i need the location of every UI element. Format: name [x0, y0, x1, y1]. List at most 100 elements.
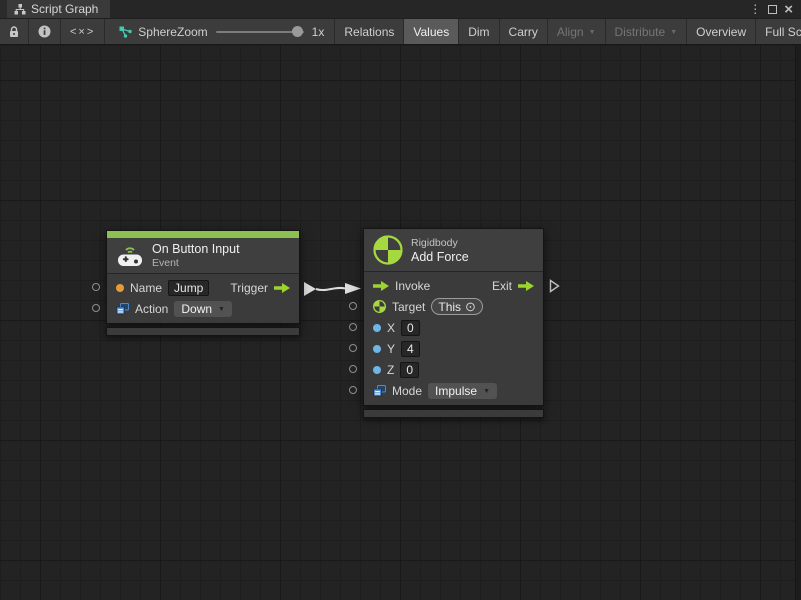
caret-down-icon: ▼ — [483, 388, 490, 395]
relations-button[interactable]: Relations — [335, 19, 404, 44]
dim-button[interactable]: Dim — [459, 19, 499, 44]
zoom-slider-knob[interactable] — [292, 26, 303, 37]
float-port-icon — [373, 324, 381, 332]
row-x: X 0 — [364, 317, 543, 338]
graph-toolbar: <×> Sphere Zoom 1x — [0, 18, 801, 45]
node-footer — [363, 409, 544, 418]
target-object-field[interactable]: This ⊙ — [431, 298, 483, 315]
inspect-button[interactable] — [29, 19, 61, 44]
action-value: Down — [181, 302, 212, 316]
tab-bar: Script Graph ⋮ × — [0, 0, 801, 18]
node-header[interactable]: On Button Input Event — [107, 238, 299, 273]
node-on-button-input[interactable]: On Button Input Event Name Jump Trigger — [106, 230, 300, 336]
caret-down-icon: ▼ — [670, 29, 677, 36]
node-add-force[interactable]: Rigidbody Add Force Invoke Exit — [363, 228, 544, 418]
relations-label: Relations — [344, 25, 394, 39]
values-label: Values — [413, 25, 449, 39]
rigidbody-icon — [373, 235, 403, 265]
exit-port-triangle[interactable] — [549, 279, 560, 293]
graph-node-icon — [119, 26, 132, 38]
close-icon[interactable]: × — [784, 2, 793, 17]
input-port[interactable] — [349, 302, 357, 310]
carry-button[interactable]: Carry — [500, 19, 548, 44]
zoom-label: Zoom — [177, 25, 208, 39]
caret-down-icon: ▼ — [218, 306, 225, 313]
trigger-label: Trigger — [230, 281, 268, 295]
window-controls: ⋮ × — [749, 0, 801, 18]
x-label: X — [387, 321, 395, 335]
caret-down-icon: ▼ — [589, 29, 596, 36]
row-invoke: Invoke Exit — [364, 275, 543, 296]
window-menu-icon[interactable]: ⋮ — [749, 3, 761, 15]
object-picker-icon[interactable]: ⊙ — [465, 300, 476, 313]
input-port[interactable] — [349, 323, 357, 331]
script-graph-window: Script Graph ⋮ × — [0, 0, 801, 600]
gamepad-icon — [116, 245, 144, 267]
lock-icon — [9, 26, 19, 38]
tab-title: Script Graph — [31, 2, 98, 16]
x-input[interactable]: 0 — [401, 320, 420, 336]
control-connection[interactable] — [302, 278, 364, 300]
toolbar-middle: Sphere Zoom 1x — [105, 19, 335, 44]
zoom-control: Zoom 1x — [177, 25, 324, 39]
target-label: Target — [392, 300, 425, 314]
y-label: Y — [387, 342, 395, 356]
align-button: Align ▼ — [548, 19, 606, 44]
node-subtitle: Event — [152, 257, 240, 269]
distribute-button: Distribute ▼ — [606, 19, 688, 44]
lock-button[interactable] — [0, 19, 29, 44]
values-button[interactable]: Values — [404, 19, 459, 44]
invoke-label: Invoke — [395, 279, 430, 293]
y-input[interactable]: 4 — [401, 341, 420, 357]
graph-reference[interactable]: Sphere — [119, 25, 177, 39]
invoke-input-arrow-icon[interactable] — [373, 281, 389, 291]
align-label: Align — [557, 25, 584, 39]
row-action: Action Down ▼ — [107, 298, 299, 319]
graph-hierarchy-icon — [14, 4, 26, 15]
zoom-slider[interactable] — [216, 31, 304, 33]
row-mode: Mode Impulse ▼ — [364, 380, 543, 401]
node-title: Add Force — [411, 250, 469, 264]
fullscreen-button[interactable]: Full Screen — [756, 19, 801, 44]
rigidbody-mini-icon — [373, 300, 386, 313]
graph-name-label: Sphere — [138, 25, 177, 39]
input-port[interactable] — [349, 386, 357, 394]
row-name: Name Jump Trigger — [107, 277, 299, 298]
float-port-icon — [373, 345, 381, 353]
name-input[interactable]: Jump — [168, 280, 209, 296]
mode-dropdown[interactable]: Impulse ▼ — [428, 383, 497, 399]
graph-canvas[interactable]: On Button Input Event Name Jump Trigger — [0, 45, 801, 600]
vertical-scrollbar[interactable] — [795, 45, 801, 600]
input-port[interactable] — [349, 365, 357, 373]
action-dropdown[interactable]: Down ▼ — [174, 301, 232, 317]
tabbar-sliver — [0, 0, 7, 18]
code-toggle-icon: <×> — [70, 26, 95, 38]
maximize-icon[interactable] — [768, 5, 777, 14]
tab-script-graph[interactable]: Script Graph — [7, 0, 110, 18]
enum-port-icon — [116, 303, 129, 315]
info-icon — [38, 25, 51, 38]
overview-label: Overview — [696, 25, 746, 39]
dim-label: Dim — [468, 25, 489, 39]
node-title: On Button Input — [152, 242, 240, 256]
row-target: Target This ⊙ — [364, 296, 543, 317]
action-label: Action — [135, 302, 168, 316]
z-input[interactable]: 0 — [400, 362, 419, 378]
name-label: Name — [130, 281, 162, 295]
code-preview-button[interactable]: <×> — [61, 19, 105, 44]
zoom-value: 1x — [312, 25, 325, 39]
distribute-label: Distribute — [615, 25, 666, 39]
fullscreen-label: Full Screen — [765, 25, 801, 39]
input-port[interactable] — [349, 344, 357, 352]
row-y: Y 4 — [364, 338, 543, 359]
node-footer — [106, 327, 300, 336]
trigger-output-arrow-icon[interactable] — [274, 283, 290, 293]
input-port[interactable] — [92, 304, 100, 312]
event-accent-bar — [107, 231, 299, 238]
exit-label: Exit — [492, 279, 512, 293]
exit-output-arrow-icon[interactable] — [518, 281, 534, 291]
overview-button[interactable]: Overview — [687, 19, 756, 44]
input-port[interactable] — [92, 283, 100, 291]
enum-port-icon — [373, 385, 386, 397]
node-header[interactable]: Rigidbody Add Force — [364, 229, 543, 271]
